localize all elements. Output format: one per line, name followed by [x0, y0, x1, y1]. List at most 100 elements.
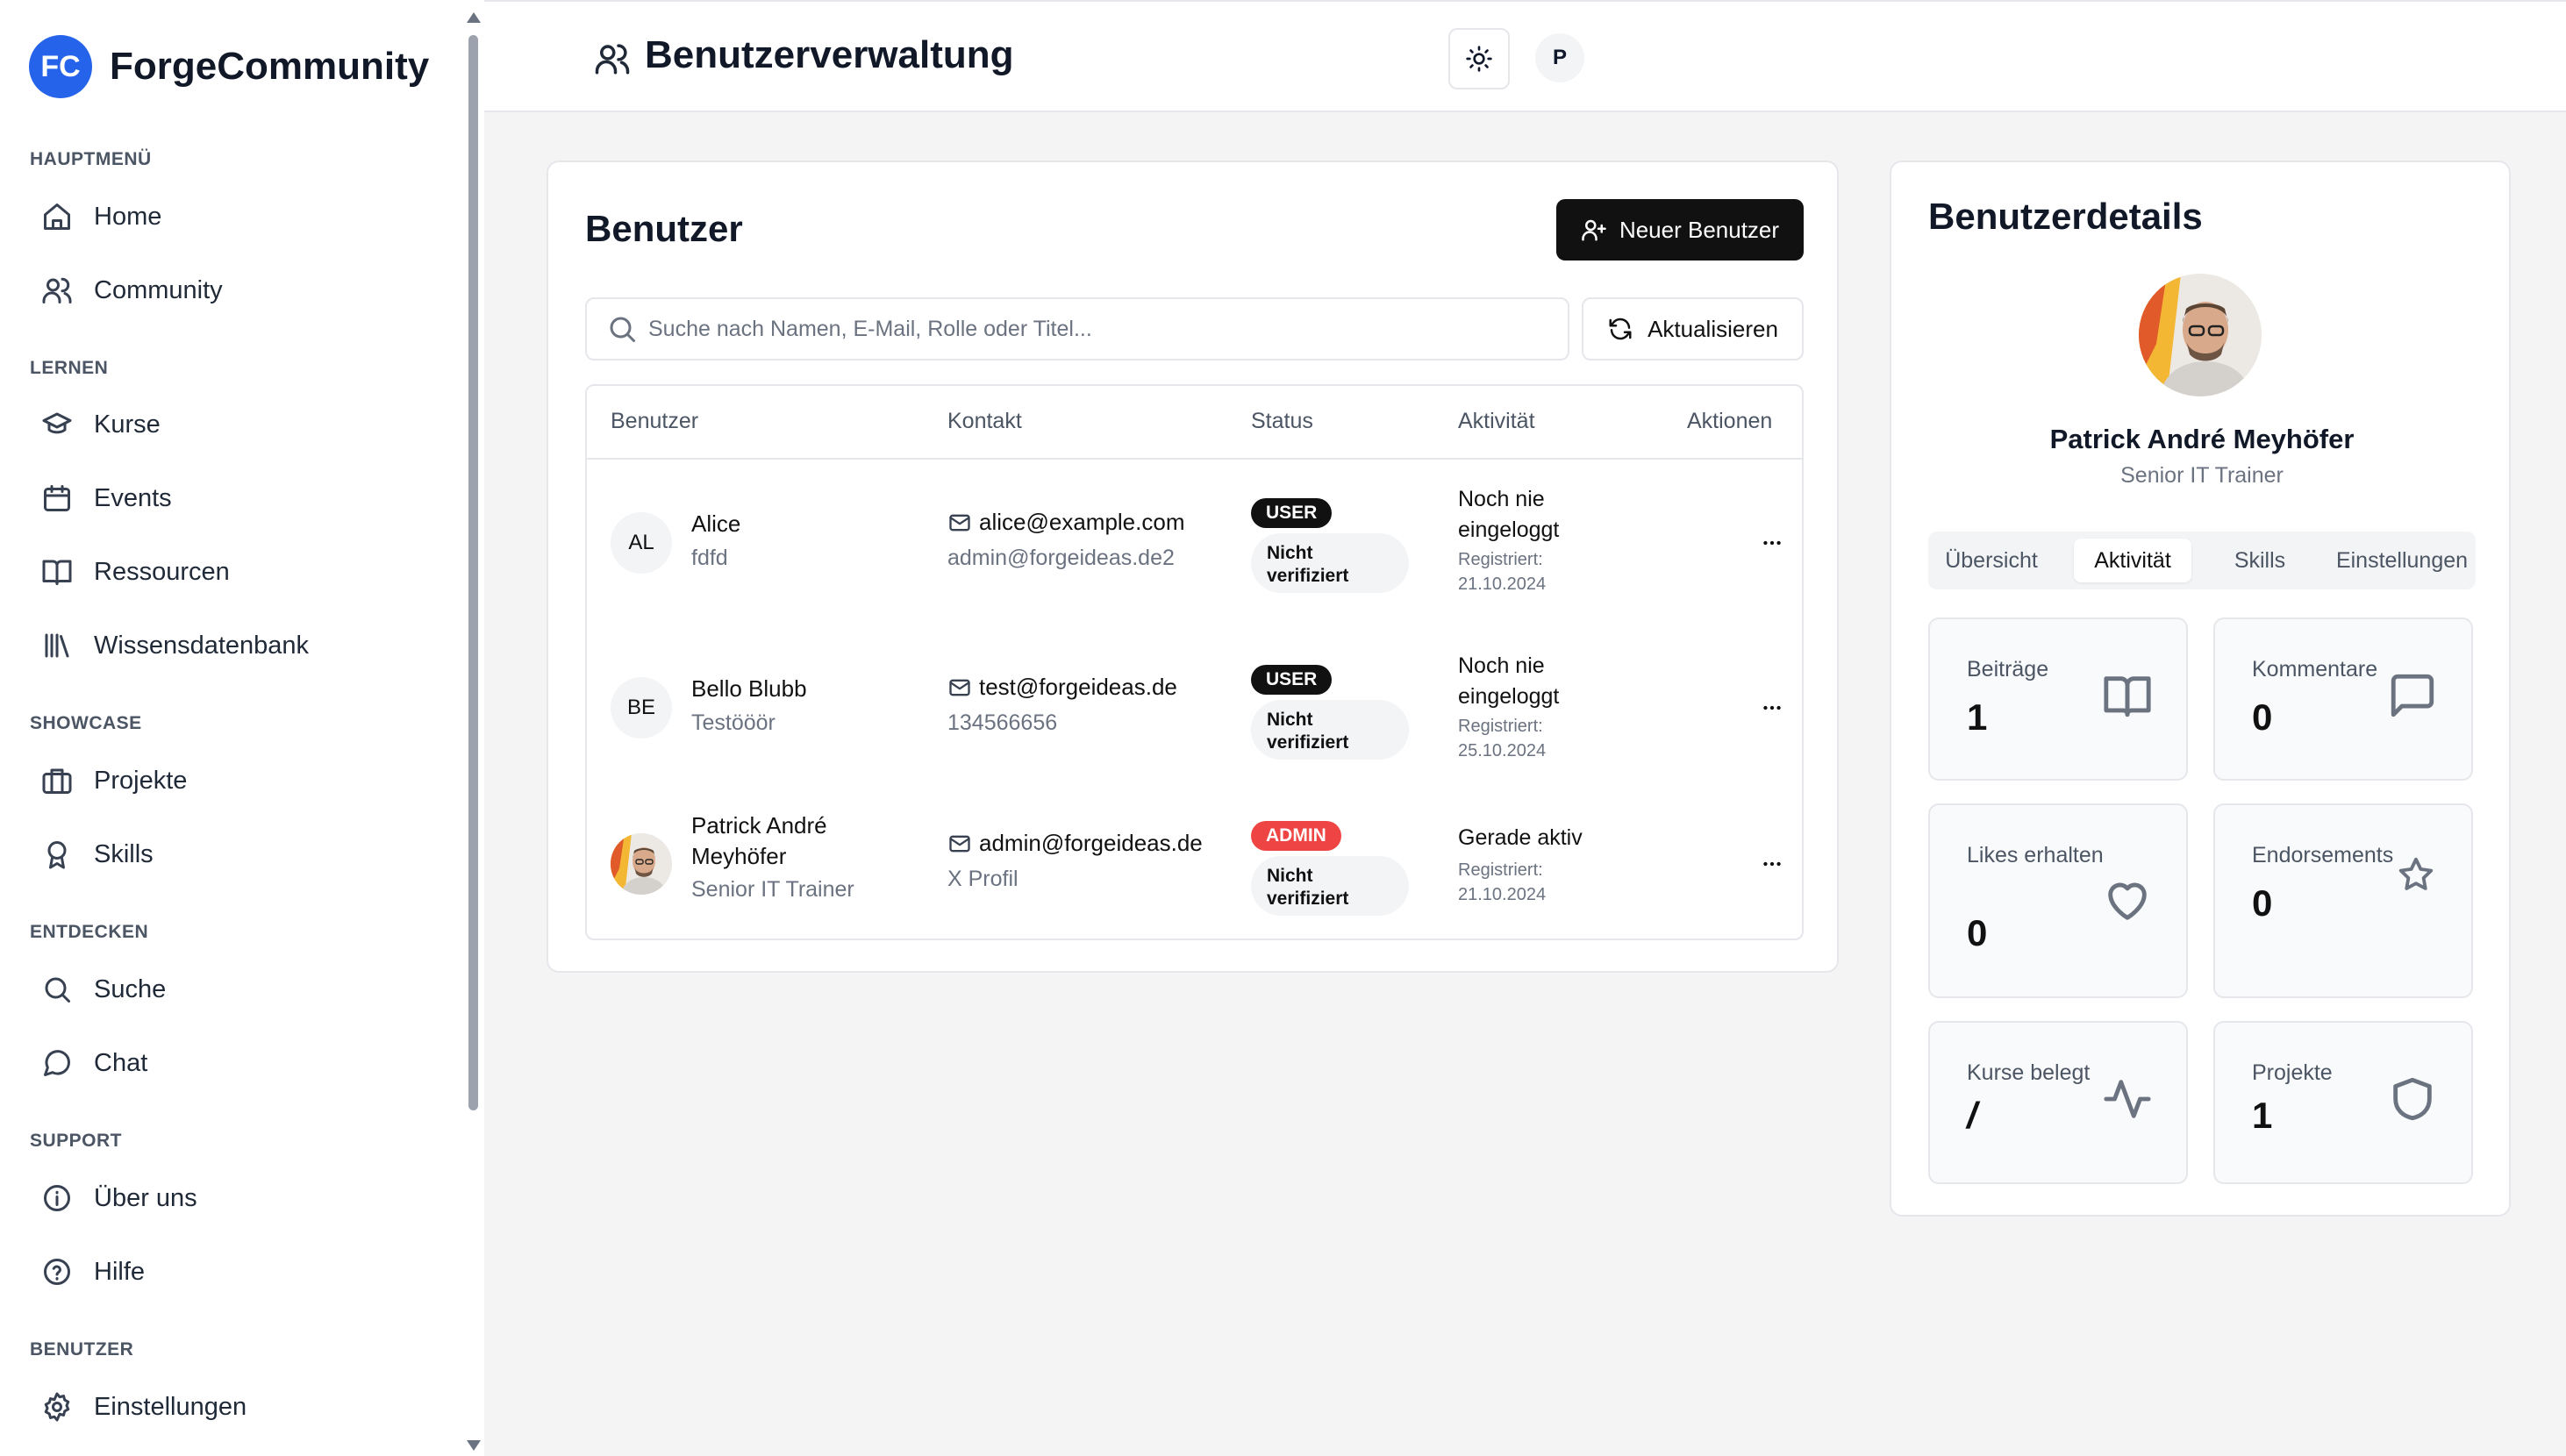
top-header: Benutzerverwaltung P	[484, 0, 2566, 112]
email-text: admin@forgeideas.de	[979, 830, 1203, 856]
info-icon	[41, 1182, 73, 1214]
table-row[interactable]: Patrick André Meyhöfer Senior IT Trainer…	[587, 793, 1802, 960]
briefcase-icon	[41, 765, 73, 796]
scroll-down-arrow[interactable]	[467, 1440, 481, 1451]
stat-label: Endorsements	[2252, 843, 2394, 867]
registered-date: Registriert: 21.10.2024	[1458, 550, 1547, 594]
sidebar-item-events[interactable]: Events	[29, 467, 450, 529]
sidebar-item-ueber-uns[interactable]: Über uns	[29, 1167, 450, 1229]
users-card: Benutzer Neuer Benutzer Aktualisieren Be…	[547, 161, 1839, 973]
sidebar-item-community[interactable]: Community	[29, 260, 450, 321]
scroll-up-arrow[interactable]	[467, 12, 481, 23]
sidebar-item-label: Wissensdatenbank	[94, 631, 310, 660]
avatar	[611, 833, 672, 895]
user-details-card: Benutzerdetails Patrick André Meyhöfer S…	[1890, 161, 2511, 1217]
sidebar-item-suche[interactable]: Suche	[29, 959, 450, 1020]
book-open-icon	[2102, 670, 2153, 721]
mail-icon	[947, 675, 979, 700]
award-icon	[41, 839, 73, 870]
stat-label: Likes erhalten	[1967, 843, 2104, 867]
stat-card-kommentare: Kommentare 0	[2213, 617, 2473, 781]
stat-value: /	[1967, 1095, 1977, 1136]
sidebar-item-label: Kurse	[94, 410, 161, 439]
table-row[interactable]: AL Alice fdfd alice@example.com admin@fo…	[587, 460, 1802, 626]
tab-uebersicht[interactable]: Übersicht	[1928, 539, 2055, 582]
stat-label: Beiträge	[1967, 657, 2049, 682]
table-row[interactable]: BE Bello Blubb Testööör test@forgeideas.…	[587, 626, 1802, 793]
sidebar-item-chat[interactable]: Chat	[29, 1032, 450, 1094]
new-user-button[interactable]: Neuer Benutzer	[1556, 199, 1804, 261]
role-badge: USER	[1251, 665, 1333, 695]
sidebar-item-home[interactable]: Home	[29, 186, 450, 247]
contact-email[interactable]: alice@example.com	[947, 509, 1184, 536]
stat-value: 1	[1967, 696, 1988, 738]
sidebar-item-ressourcen[interactable]: Ressourcen	[29, 541, 450, 603]
user-name: Patrick André Meyhöfer	[691, 812, 827, 869]
heart-icon	[2102, 875, 2153, 926]
refresh-label: Aktualisieren	[1648, 315, 1778, 342]
activity-status: Noch nie eingeloggt	[1458, 487, 1560, 542]
contact-email[interactable]: admin@forgeideas.de	[947, 830, 1203, 857]
column-header-kontakt[interactable]: Kontakt	[947, 409, 1022, 434]
users-title: Benutzer	[585, 208, 743, 249]
row-actions-menu[interactable]	[1761, 853, 1783, 875]
sidebar-item-label: Einstellungen	[94, 1392, 247, 1421]
contact-secondary: 134566656	[947, 710, 1058, 735]
sidebar-item-kurse[interactable]: Kurse	[29, 394, 450, 455]
page-title: Benutzerverwaltung	[645, 33, 1014, 76]
activity-icon	[2102, 1074, 2153, 1124]
role-badge: USER	[1251, 498, 1333, 528]
sidebar-item-hilfe[interactable]: Hilfe	[29, 1241, 450, 1303]
users-icon	[594, 40, 631, 77]
verification-badge: Nicht verifiziert	[1251, 533, 1409, 593]
library-icon	[41, 630, 73, 661]
stat-label: Kurse belegt	[1967, 1060, 2091, 1085]
stat-label: Projekte	[2252, 1060, 2333, 1085]
tab-aktivitaet[interactable]: Aktivität	[2074, 539, 2191, 582]
sidebar-item-wissensdatenbank[interactable]: Wissensdatenbank	[29, 615, 450, 676]
activity-status: Noch nie eingeloggt	[1458, 653, 1560, 709]
stat-card-beitraege: Beiträge 1	[1928, 617, 2188, 781]
column-header-aktivitaet[interactable]: Aktivität	[1458, 409, 1535, 434]
registered-date: Registriert: 25.10.2024	[1458, 717, 1547, 760]
theme-toggle-button[interactable]	[1448, 28, 1510, 89]
contact-secondary: admin@forgeideas.de2	[947, 546, 1175, 570]
tab-einstellungen[interactable]: Einstellungen	[2328, 539, 2476, 582]
sidebar-item-skills[interactable]: Skills	[29, 824, 450, 885]
verification-badge: Nicht verifiziert	[1251, 856, 1409, 916]
search-icon	[606, 313, 638, 345]
refresh-icon	[1607, 316, 1648, 342]
brand[interactable]: FC ForgeCommunity	[29, 35, 429, 98]
shield-icon	[2387, 1074, 2438, 1124]
email-text: test@forgeideas.de	[979, 674, 1177, 700]
scrollbar-thumb[interactable]	[468, 35, 478, 1110]
book-open-icon	[41, 556, 73, 588]
sidebar-item-einstellungen[interactable]: Einstellungen	[29, 1376, 450, 1438]
user-search[interactable]	[585, 297, 1569, 360]
x-profile-link[interactable]: X Profil	[947, 867, 1019, 892]
sidebar-item-label: Hilfe	[94, 1257, 146, 1286]
column-header-benutzer[interactable]: Benutzer	[611, 409, 698, 434]
user-subtitle: Senior IT Trainer	[691, 877, 854, 902]
section-label-benutzer: BENUTZER	[30, 1339, 134, 1360]
calendar-icon	[41, 482, 73, 514]
column-header-status[interactable]: Status	[1251, 409, 1313, 434]
registered-date: Registriert: 21.10.2024	[1458, 860, 1547, 904]
row-actions-menu[interactable]	[1761, 696, 1783, 719]
refresh-button[interactable]: Aktualisieren	[1582, 297, 1804, 360]
users-icon	[41, 275, 73, 306]
stat-value: 0	[2252, 882, 2273, 924]
tab-skills[interactable]: Skills	[2207, 539, 2312, 582]
sidebar-item-projekte[interactable]: Projekte	[29, 750, 450, 811]
user-menu-avatar[interactable]: P	[1535, 33, 1584, 82]
stat-card-endorsements: Endorsements 0	[2213, 803, 2473, 998]
user-plus-icon	[1581, 217, 1619, 243]
details-name: Patrick André Meyhöfer	[2049, 424, 2355, 454]
contact-email[interactable]: test@forgeideas.de	[947, 674, 1177, 701]
row-actions-menu[interactable]	[1761, 532, 1783, 554]
table-header: Benutzer Kontakt Status Aktivität Aktion…	[587, 386, 1802, 460]
search-input[interactable]	[648, 316, 1526, 342]
message-circle-icon	[41, 1047, 73, 1079]
more-horizontal-icon	[1761, 532, 1783, 554]
more-horizontal-icon	[1761, 853, 1783, 875]
